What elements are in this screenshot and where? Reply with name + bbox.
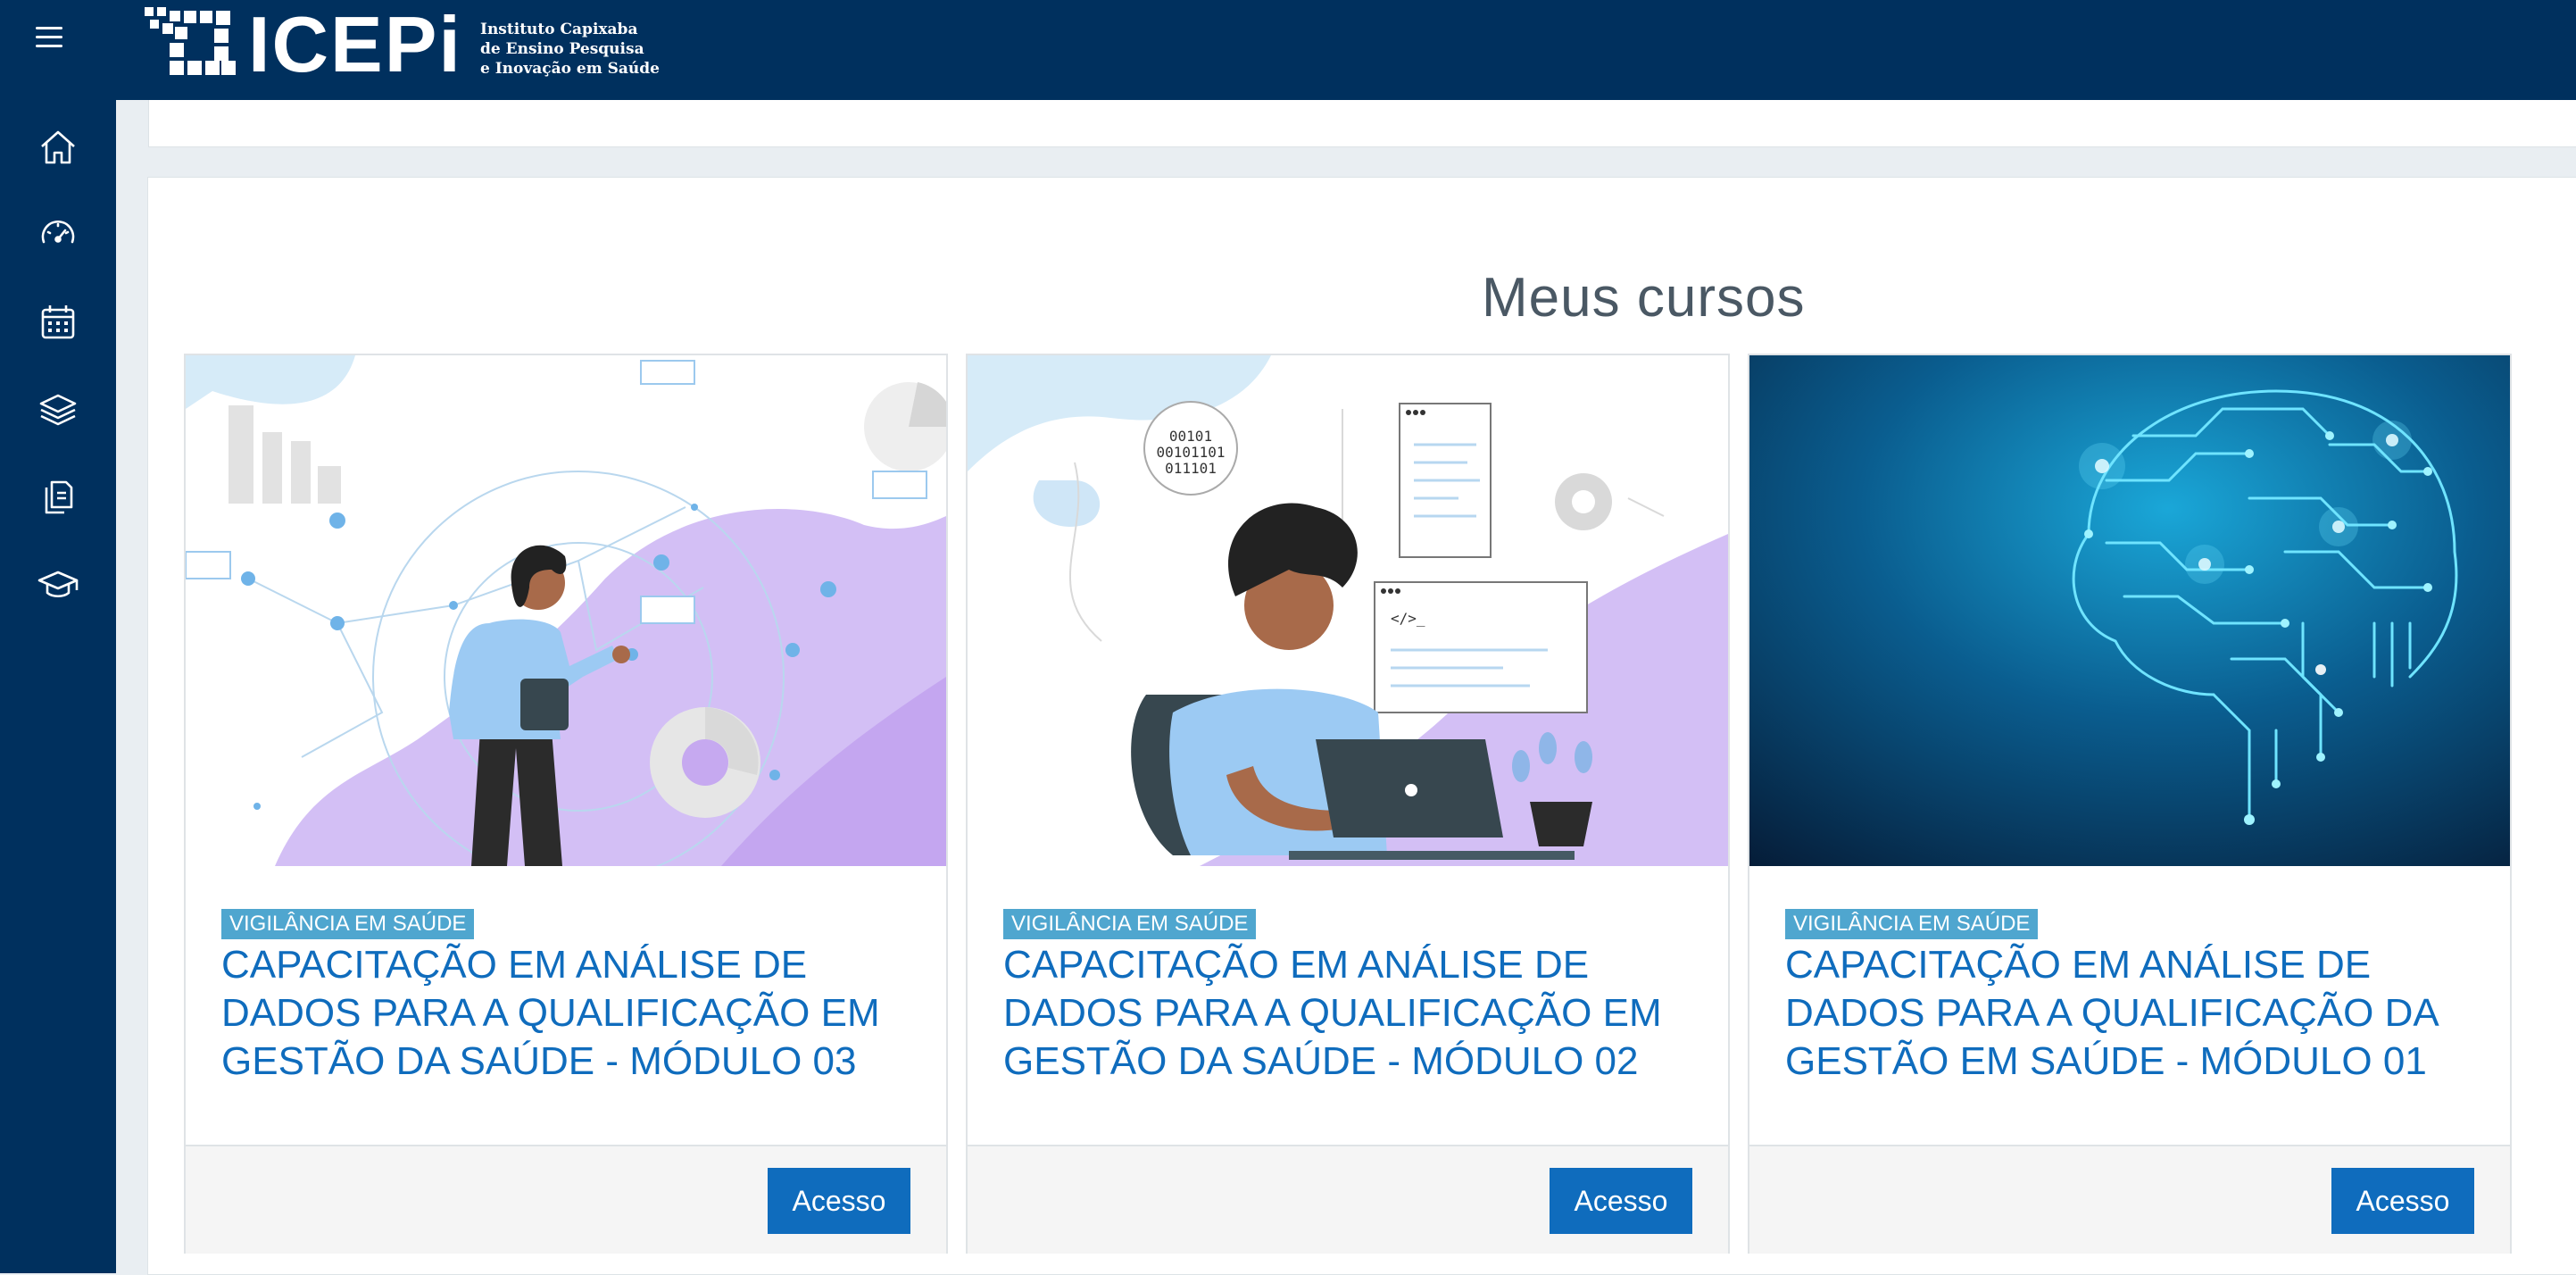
course-image[interactable]: 00101 00101101 011101 </>_ [968, 355, 1728, 866]
page-title: Meus cursos [1482, 267, 1806, 329]
course-category-badge: VIGILÂNCIA EM SAÚDE [1785, 909, 2039, 939]
course-title-link[interactable]: CAPACITAÇÃO EM ANÁLISE DE DADOS PARA A Q… [221, 941, 918, 1086]
course-title-link[interactable]: CAPACITAÇÃO EM ANÁLISE DE DADOS PARA A Q… [1785, 941, 2481, 1086]
course-category-badge: VIGILÂNCIA EM SAÚDE [221, 909, 475, 939]
card-footer: Acesso [1749, 1145, 2510, 1254]
svg-text:011101: 011101 [1165, 460, 1217, 477]
course-category-badge: VIGILÂNCIA EM SAÚDE [1003, 909, 1257, 939]
course-card: VIGILÂNCIA EM SAÚDE CAPACITAÇÃO EM ANÁLI… [1748, 354, 2512, 1254]
access-button[interactable]: Acesso [1550, 1168, 1692, 1234]
logo-subtitle: Instituto Capixaba de Ensino Pesquisa e … [480, 20, 694, 79]
course-image[interactable] [1749, 355, 2510, 866]
course-card: 00101 00101101 011101 </>_ VIGILÂNCIA EM… [966, 354, 1730, 1254]
content-bank-icon[interactable] [36, 475, 80, 520]
logo-grid-icon [145, 7, 236, 75]
svg-text:00101: 00101 [1169, 428, 1212, 445]
top-navbar: ICEPi Instituto Capixaba de Ensino Pesqu… [0, 0, 2576, 100]
course-card: VIGILÂNCIA EM SAÚDE CAPACITAÇÃO EM ANÁLI… [184, 354, 948, 1254]
card-footer: Acesso [186, 1145, 946, 1254]
graduation-cap-icon[interactable] [36, 562, 80, 607]
top-region-card [148, 100, 2576, 147]
logo-subtitle-line: Instituto Capixaba [480, 21, 638, 38]
sidebar [0, 100, 116, 1273]
woman-data-illustration [186, 355, 946, 866]
logo-wordmark: ICEPi [248, 0, 462, 88]
access-button[interactable]: Acesso [768, 1168, 910, 1234]
card-footer: Acesso [968, 1145, 1728, 1254]
layers-icon[interactable] [36, 388, 80, 432]
dashboard-gauge-icon[interactable] [36, 212, 80, 257]
course-image[interactable] [186, 355, 946, 866]
svg-text:</>_: </>_ [1391, 610, 1425, 627]
home-icon[interactable] [36, 125, 80, 170]
logo-subtitle-line: e Inovação em Saúde [480, 60, 660, 78]
circuit-brain-illustration [1749, 355, 2510, 866]
svg-text:00101101: 00101101 [1156, 444, 1225, 461]
programmer-illustration: 00101 00101101 011101 </>_ [968, 355, 1728, 866]
course-title-link[interactable]: CAPACITAÇÃO EM ANÁLISE DE DADOS PARA A Q… [1003, 941, 1699, 1086]
hamburger-icon[interactable] [32, 20, 68, 55]
access-button[interactable]: Acesso [2331, 1168, 2474, 1234]
calendar-icon[interactable] [36, 300, 80, 345]
logo-subtitle-line: de Ensino Pesquisa [480, 40, 644, 58]
